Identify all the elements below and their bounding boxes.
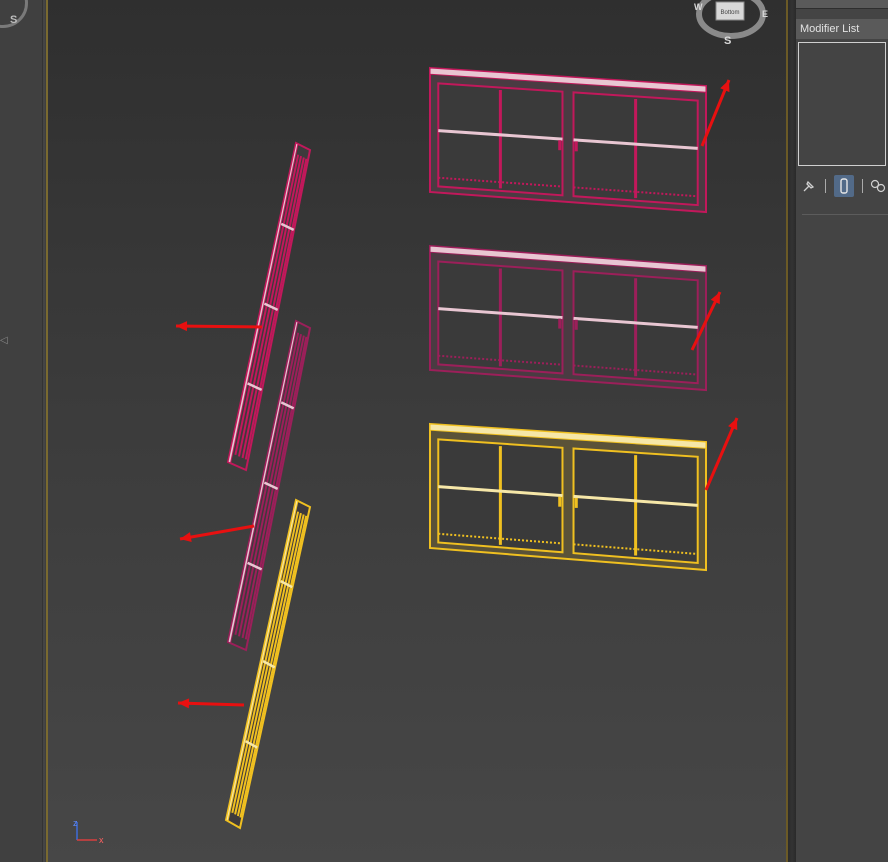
tool-separator: [825, 179, 826, 193]
perspective-viewport[interactable]: Bottom W E Sz x: [48, 0, 788, 862]
modifier-stack[interactable]: [798, 42, 886, 166]
window-front-top[interactable]: [429, 66, 707, 214]
window-handle: [574, 319, 578, 330]
viewcube[interactable]: Bottom W E S: [694, 0, 768, 47]
direction-arrow: [175, 324, 263, 329]
window-handle: [574, 141, 578, 152]
window-front-bottom[interactable]: [429, 422, 707, 572]
window-front-mid[interactable]: [429, 244, 707, 392]
left-viewport-strip[interactable]: S ◁: [0, 0, 42, 862]
window-handle: [558, 496, 562, 507]
viewcube-compass-w: W: [694, 2, 703, 12]
pin-stack-icon[interactable]: [799, 175, 819, 197]
command-panel: Modifier List: [796, 0, 888, 862]
axis-z-label: z: [73, 818, 78, 828]
window-handle: [558, 318, 562, 329]
window-side-bottom[interactable]: [224, 498, 312, 830]
window-side-mid[interactable]: [226, 319, 312, 652]
left-marker-icon: ◁: [0, 335, 8, 346]
tool-separator: [862, 179, 863, 193]
window-handle: [574, 497, 578, 508]
viewcube-compass-s: S: [724, 35, 731, 47]
axis-tripod: zx: [73, 818, 104, 845]
viewport-divider-right[interactable]: [786, 0, 796, 862]
show-end-result-icon[interactable]: [834, 175, 854, 197]
window-handle: [558, 140, 562, 151]
direction-arrowhead: [178, 698, 190, 709]
window-side-top[interactable]: [226, 141, 312, 472]
direction-arrowhead: [180, 532, 192, 543]
viewcube-compass-e: E: [762, 9, 768, 19]
panel-top-bar: [796, 0, 888, 9]
stack-tools: [796, 175, 888, 197]
left-compass-letter: S: [10, 14, 18, 26]
direction-arrowhead: [176, 321, 188, 332]
panel-divider: [802, 214, 888, 215]
direction-arrow: [179, 524, 255, 541]
viewcube-face-label: Bottom: [720, 10, 739, 16]
axis-x-label: x: [99, 835, 104, 845]
viewport-scene[interactable]: BottomWESzx: [48, 0, 788, 862]
modifier-list-dropdown[interactable]: Modifier List: [796, 19, 888, 39]
make-unique-icon[interactable]: [868, 175, 888, 197]
direction-arrow: [704, 417, 739, 491]
